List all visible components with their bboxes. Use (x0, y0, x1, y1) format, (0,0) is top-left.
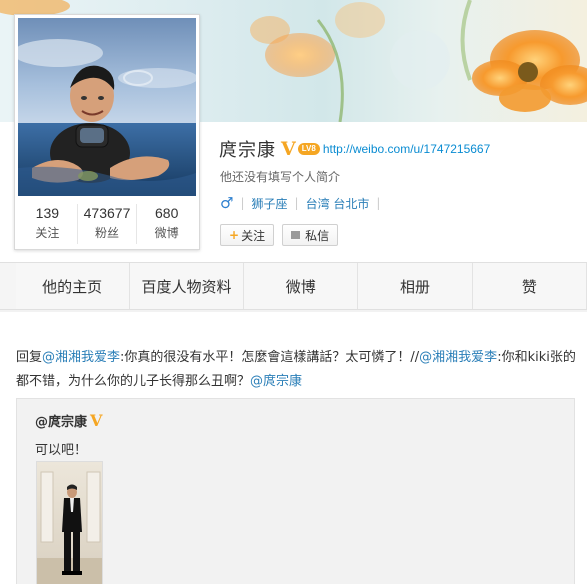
message-button[interactable]: 私信 (282, 224, 339, 246)
stat-posts-count: 680 (155, 205, 179, 221)
post-prefix: 回复 (16, 350, 43, 365)
repost-author-link[interactable]: @庹宗康 (35, 411, 87, 430)
tab-likes[interactable]: 赞 (472, 263, 587, 309)
plus-icon: + (229, 228, 240, 242)
repost-card: @庹宗康 V 可以吧！ (16, 398, 575, 584)
repost-text: 可以吧！ (35, 443, 88, 458)
mention-link[interactable]: @庹宗康 (250, 374, 302, 389)
profile-name: 庹宗康 (219, 140, 276, 161)
stat-posts[interactable]: 680 微博 (137, 204, 196, 244)
post-text-segment: :你真的很没有水平！怎麼會這樣講話？太可憐了！// (120, 350, 420, 365)
repost-author-row: @庹宗康 V (35, 411, 102, 430)
stat-following-label: 关注 (35, 226, 60, 240)
tab-album[interactable]: 相册 (358, 263, 473, 309)
male-icon: ♂ (220, 194, 234, 212)
tab-home[interactable]: 他的主页 (15, 263, 130, 309)
profile-bio: 他还没有填写个人简介 (220, 170, 341, 184)
message-button-label: 私信 (305, 228, 330, 243)
stat-following-count: 139 (35, 205, 60, 221)
tab-weibo[interactable]: 微博 (244, 263, 359, 309)
mention-link[interactable]: @湘湘我爱李 (42, 350, 120, 365)
stat-followers-count: 473677 (83, 205, 131, 221)
feed: 回复@湘湘我爱李:你真的很没有水平！怎麼會這樣講話？太可憐了！//@湘湘我爱李:… (0, 312, 587, 584)
stat-followers-label: 粉丝 (95, 226, 120, 240)
repost-photo[interactable] (36, 461, 103, 584)
repost-photo-image (37, 462, 102, 584)
profile-nav-tabs: 他的主页 百度人物资料 微博 相册 赞 (0, 262, 587, 310)
zodiac-link[interactable]: 狮子座 (252, 195, 288, 212)
avatar[interactable] (18, 18, 196, 196)
profile-url-link[interactable]: http://weibo.com/u/1747215667 (323, 142, 490, 156)
stat-following[interactable]: 139 关注 (18, 204, 78, 244)
verified-icon[interactable]: V (90, 411, 102, 430)
stat-followers[interactable]: 473677 粉丝 (78, 204, 138, 244)
mention-link[interactable]: @湘湘我爱李 (419, 350, 497, 365)
profile-stats: 139 关注 473677 粉丝 680 微博 (18, 204, 196, 244)
follow-button-label: 关注 (241, 228, 266, 243)
level-badge[interactable]: LV8 (297, 143, 320, 155)
profile-name-row: 庹宗康 V LV8 http://weibo.com/u/1747215667 (219, 137, 490, 161)
verified-icon[interactable]: V (281, 138, 296, 160)
tab-baidu-profile[interactable]: 百度人物资料 (129, 263, 245, 309)
stat-posts-label: 微博 (154, 226, 179, 240)
follow-button[interactable]: + 关注 (220, 224, 275, 246)
avatar-photo (18, 18, 196, 196)
profile-meta: ♂ | 狮子座 | 台湾 台北市 | (220, 194, 387, 212)
divider: | (294, 196, 299, 210)
post-text: 回复@湘湘我爱李:你真的很没有水平！怎麼會這樣講話？太可憐了！//@湘湘我爱李:… (16, 346, 576, 394)
profile-actions: + 关注 私信 (220, 224, 346, 246)
avatar-card: 139 关注 473677 粉丝 680 微博 (14, 14, 200, 250)
divider: | (376, 196, 381, 210)
location-link[interactable]: 台湾 台北市 (306, 195, 370, 212)
mail-icon (291, 231, 301, 239)
divider: | (240, 196, 245, 210)
